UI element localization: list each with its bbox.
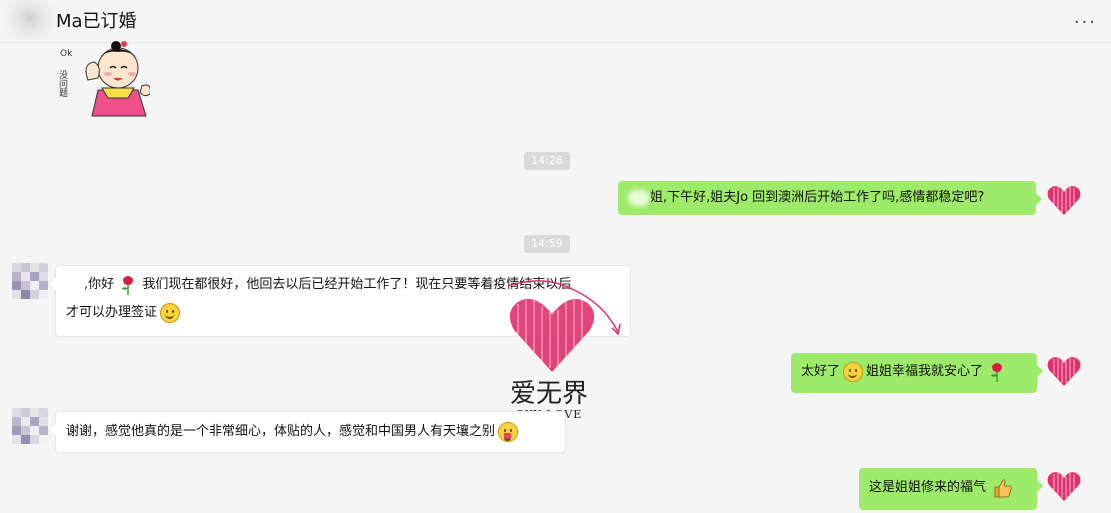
message-text: 姐,下午好,姐夫Jo 回到澳洲后开始工作了吗,感情都稳定吧? [650, 190, 985, 205]
message-outgoing-2[interactable]: 太好了 姐姐幸福我就安心了 [791, 353, 1043, 393]
watermark-name: 爱无界 [510, 379, 588, 409]
thumbs-up-icon [994, 478, 1012, 497]
contact-avatar[interactable] [12, 408, 48, 444]
rose-icon [122, 275, 134, 295]
heart-avatar[interactable] [1046, 353, 1082, 389]
blurred-name [628, 189, 650, 206]
message-text-2: 姐姐幸福我就安心了 [866, 364, 984, 379]
chat-header: Ma已订婚 ··· [0, 0, 1111, 43]
wink-icon [498, 421, 519, 442]
message-text: 太好了 [801, 364, 841, 379]
message-incoming-2[interactable]: 谢谢，感觉他真的是一个非常细心，体贴的人，感觉和中国男人有天壤之别 [50, 411, 566, 453]
smile-icon [160, 302, 181, 323]
svg-text:没问题: 没问题 [58, 70, 68, 98]
contact-avatar[interactable] [12, 263, 48, 299]
timestamp-1426: 14:26 [524, 152, 570, 170]
rose-icon [991, 362, 1003, 382]
header-blur [0, 0, 60, 40]
timestamp-1459: 14:59 [524, 235, 570, 253]
svg-text:Ok: Ok [60, 49, 73, 59]
chat-title: Ma已订婚 [56, 11, 137, 32]
message-text-2: 才可以办理签证 [66, 305, 158, 320]
more-icon[interactable]: ··· [1074, 12, 1097, 33]
sticker-ok: Ok 没问题 [58, 41, 150, 117]
blurred-name [66, 276, 84, 293]
heart-avatar[interactable] [1046, 182, 1082, 218]
message-text: 谢谢，感觉他真的是一个非常细心，体贴的人，感觉和中国男人有天壤之别 [66, 424, 496, 439]
message-outgoing-3[interactable]: 这是姐姐修来的福气 [859, 468, 1043, 510]
heart-avatar[interactable] [1046, 468, 1082, 504]
greeting-text: ,你好 [84, 277, 115, 292]
watermark-logo: 爱无界 SKY LOVE [507, 280, 621, 421]
smile-icon [843, 361, 864, 382]
message-text: 这是姐姐修来的福气 [869, 480, 987, 495]
message-outgoing-1[interactable]: 姐,下午好,姐夫Jo 回到澳洲后开始工作了吗,感情都稳定吧? [618, 181, 1042, 215]
